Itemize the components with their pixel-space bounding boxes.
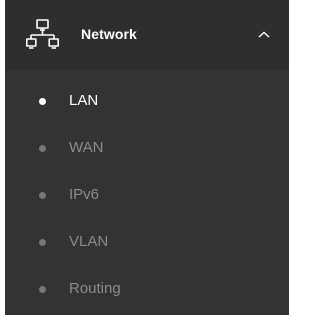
network-menu-title: Network (81, 26, 137, 42)
active-bullet-icon (39, 98, 46, 105)
menu-item-label: VLAN (69, 233, 109, 250)
menu-item-routing[interactable]: Routing (5, 266, 289, 313)
menu-item-wan[interactable]: WAN (5, 125, 289, 172)
network-topology-icon (26, 18, 60, 54)
network-submenu: LAN WAN IPv6 VLAN Routing (5, 78, 289, 313)
bullet-icon (39, 239, 46, 246)
bullet-icon (39, 192, 46, 199)
bullet-icon (39, 286, 46, 293)
bullet-icon (39, 145, 46, 152)
menu-item-label: IPv6 (69, 186, 100, 203)
menu-item-vlan[interactable]: VLAN (5, 219, 289, 266)
menu-item-label: Routing (69, 280, 121, 297)
menu-item-ipv6[interactable]: IPv6 (5, 172, 289, 219)
network-menu-header[interactable]: Network (5, 0, 289, 70)
menu-item-label: WAN (69, 139, 104, 156)
chevron-up-icon[interactable] (256, 28, 272, 40)
menu-item-label: LAN (69, 92, 99, 109)
menu-item-lan[interactable]: LAN (5, 78, 289, 125)
sidebar-panel: Network LAN WAN IPv6 VLAN Routing (5, 0, 289, 315)
